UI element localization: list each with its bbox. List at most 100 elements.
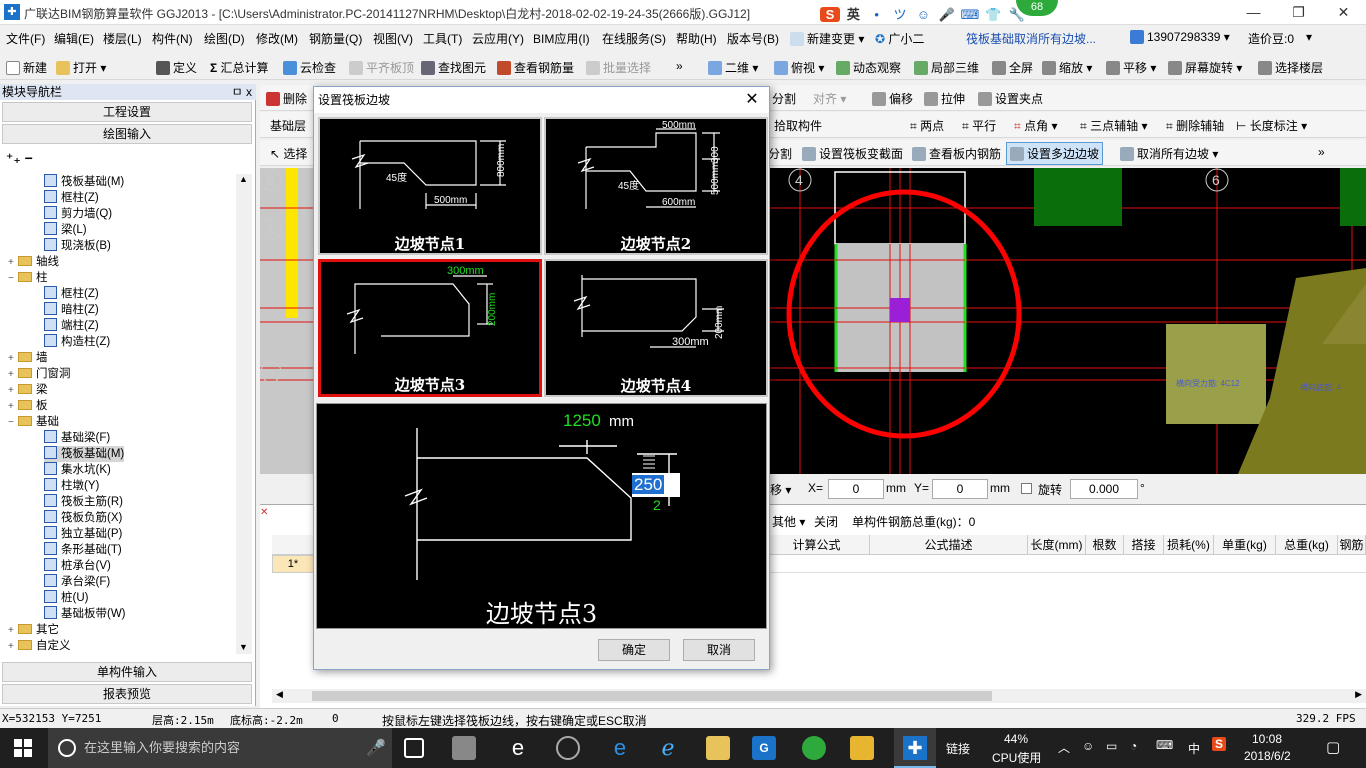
col-rebar[interactable]: 钢筋 — [1338, 535, 1366, 555]
tray-date[interactable]: 2018/6/2 — [1244, 749, 1291, 763]
toolbar-overflow[interactable]: » — [676, 59, 683, 73]
rotate-angle-input[interactable]: 0.000 — [1070, 479, 1138, 499]
tree-item[interactable]: 基础板带(W) — [44, 606, 126, 622]
spiral-app-icon[interactable] — [556, 736, 580, 760]
delete-axis-button[interactable]: ⌗ 删除辅轴 — [1166, 117, 1224, 134]
tree-item[interactable]: 筏板负筋(X) — [44, 510, 122, 526]
tree-folder[interactable]: + 门窗洞 — [8, 366, 71, 382]
align-top-button[interactable]: 平齐板顶 — [349, 59, 414, 76]
ok-button[interactable]: 确定 — [598, 639, 670, 661]
stretch-button[interactable]: 拉伸 — [924, 90, 965, 107]
tray-link[interactable]: 链接 — [946, 740, 970, 757]
menu-floor[interactable]: 楼层(L) — [103, 30, 142, 47]
tree-item[interactable]: 端柱(Z) — [44, 318, 99, 334]
tree-item[interactable]: 筏板主筋(R) — [44, 494, 123, 510]
menu-modify[interactable]: 修改(M) — [256, 30, 298, 47]
expand-icon[interactable]: + — [8, 623, 18, 639]
active-gbim-app[interactable]: ✚ — [894, 728, 936, 768]
y-offset-input[interactable]: 0 — [932, 479, 988, 499]
tree-item[interactable]: 柱墩(Y) — [44, 478, 99, 494]
expand-icon[interactable]: + — [8, 639, 18, 655]
tree-folder[interactable]: + 轴线 — [8, 254, 59, 270]
select-button[interactable]: ↖ 选择 — [270, 145, 307, 162]
expand-icon[interactable]: + — [8, 367, 18, 383]
expand-icon[interactable]: + — [8, 383, 18, 399]
tree-item[interactable]: 桩承台(V) — [44, 558, 111, 574]
set-grip-button[interactable]: 设置夹点 — [978, 90, 1043, 107]
three-point-axis-button[interactable]: ⌗ 三点辅轴 ▾ — [1080, 117, 1147, 134]
maximize-button[interactable]: ❐ — [1276, 0, 1321, 25]
pan-button[interactable]: 平移 ▾ — [1106, 59, 1156, 76]
top-view-button[interactable]: 俯视 ▾ — [774, 59, 824, 76]
dialog-close-icon[interactable]: ✕ — [741, 89, 763, 111]
ime-toolbar[interactable]: S 英 • ツ ☺ 🎤 ⌨ 👕 🔧 — [820, 4, 1027, 22]
ime-lang[interactable]: 英 — [843, 4, 863, 23]
col-lap[interactable]: 搭接 — [1124, 535, 1164, 555]
expand-collapse-icons[interactable]: ⁺₊ − — [6, 150, 33, 167]
toolbar-overflow-2[interactable]: » — [1318, 145, 1325, 159]
tree-item[interactable]: 剪力墙(Q) — [44, 206, 112, 222]
file-explorer-icon[interactable] — [706, 736, 730, 760]
set-multi-slope-button[interactable]: 设置多边边坡 — [1006, 142, 1104, 165]
tray-people-icon[interactable]: ☺ — [1082, 739, 1094, 753]
col-unit-weight[interactable]: 单重(kg) — [1214, 535, 1276, 555]
tree-item[interactable]: 梁(L) — [44, 222, 87, 238]
delete-button[interactable]: 删除 — [266, 90, 307, 107]
ie-icon[interactable]: ℯ — [656, 736, 680, 760]
pick-component-button[interactable]: 拾取构件 — [774, 117, 822, 134]
glodon-g-icon[interactable]: G — [752, 736, 776, 760]
collapse-icon[interactable]: − — [8, 271, 18, 287]
rotate-screen-button[interactable]: 屏幕旋转 ▾ — [1168, 59, 1242, 76]
set-raft-variable-section-button[interactable]: 设置筏板变截面 — [802, 145, 903, 162]
minimize-button[interactable]: — — [1231, 0, 1276, 25]
col-count[interactable]: 根数 — [1086, 535, 1124, 555]
price-beans-dropdown[interactable]: ▾ — [1306, 30, 1312, 44]
tree-folder[interactable]: − 柱 — [8, 270, 48, 286]
table-row-1-header[interactable]: 1* — [272, 555, 314, 573]
menu-rebar[interactable]: 钢筋量(Q) — [309, 30, 362, 47]
close-table-button[interactable]: 关闭 — [814, 513, 838, 530]
select-floor-button[interactable]: 选择楼层 — [1258, 59, 1323, 76]
open-button[interactable]: 打开 ▾ — [56, 59, 106, 76]
menu-view[interactable]: 视图(V) — [373, 30, 413, 47]
menu-guangxiaoer[interactable]: ✪ 广小二 — [875, 30, 924, 47]
ime-voice-icon[interactable]: 🎤 — [937, 7, 957, 23]
tree-folder[interactable]: + 板 — [8, 398, 48, 414]
tree-folder[interactable]: − 基础 — [8, 414, 59, 430]
green-app-icon[interactable] — [802, 736, 826, 760]
tree-item[interactable]: 条形基础(T) — [44, 542, 122, 558]
notes-app-icon[interactable] — [850, 736, 874, 760]
single-component-input-button[interactable]: 单构件输入 — [2, 662, 252, 682]
x-offset-input[interactable]: 0 — [828, 479, 884, 499]
tree-item[interactable]: 现浇板(B) — [44, 238, 111, 254]
menu-cloud[interactable]: 云应用(Y) — [472, 30, 524, 47]
cancel-all-slopes-button[interactable]: 取消所有边坡 ▾ — [1120, 145, 1218, 162]
fullscreen-button[interactable]: 全屏 — [992, 59, 1033, 76]
two-point-button[interactable]: ⌗ 两点 — [910, 117, 944, 134]
orbit-button[interactable]: 动态观察 — [836, 59, 901, 76]
collapse-icon[interactable]: − — [8, 415, 18, 431]
tree-item[interactable]: 筏板基础(M) — [44, 446, 125, 462]
split-button[interactable]: 分割 — [772, 90, 796, 107]
menu-draw[interactable]: 绘图(D) — [204, 30, 245, 47]
table-hscrollbar[interactable]: ◀ ▶ — [272, 689, 1366, 703]
menu-edit[interactable]: 编辑(E) — [54, 30, 94, 47]
edge-icon[interactable]: e — [608, 736, 632, 760]
tray-sogou-icon[interactable]: S — [1212, 737, 1227, 751]
tray-keyboard-icon[interactable]: ⌨ — [1156, 738, 1173, 752]
sogou-icon[interactable]: S — [820, 7, 840, 22]
tree-item[interactable]: 构造柱(Z) — [44, 334, 110, 350]
tree-item[interactable]: 桩(U) — [44, 590, 88, 606]
tree-item[interactable]: 暗柱(Z) — [44, 302, 99, 318]
cancel-button[interactable]: 取消 — [683, 639, 755, 661]
ime-symbol-icon[interactable]: ツ — [890, 4, 910, 23]
zoom-button[interactable]: 缩放 ▾ — [1042, 59, 1092, 76]
other-dropdown[interactable]: 其他 ▾ — [772, 513, 805, 530]
tree-item[interactable]: 基础梁(F) — [44, 430, 110, 446]
edge-legacy-icon[interactable]: e — [506, 736, 530, 760]
tree-item[interactable]: 独立基础(P) — [44, 526, 122, 542]
expand-icon[interactable]: + — [8, 399, 18, 415]
split-button-2[interactable]: 分割 — [768, 145, 792, 162]
view-slab-rebar-button[interactable]: 查看板内钢筋 — [912, 145, 1001, 162]
slope-node-4-option[interactable]: 200mm 300mm 边坡节点4 — [544, 259, 768, 397]
